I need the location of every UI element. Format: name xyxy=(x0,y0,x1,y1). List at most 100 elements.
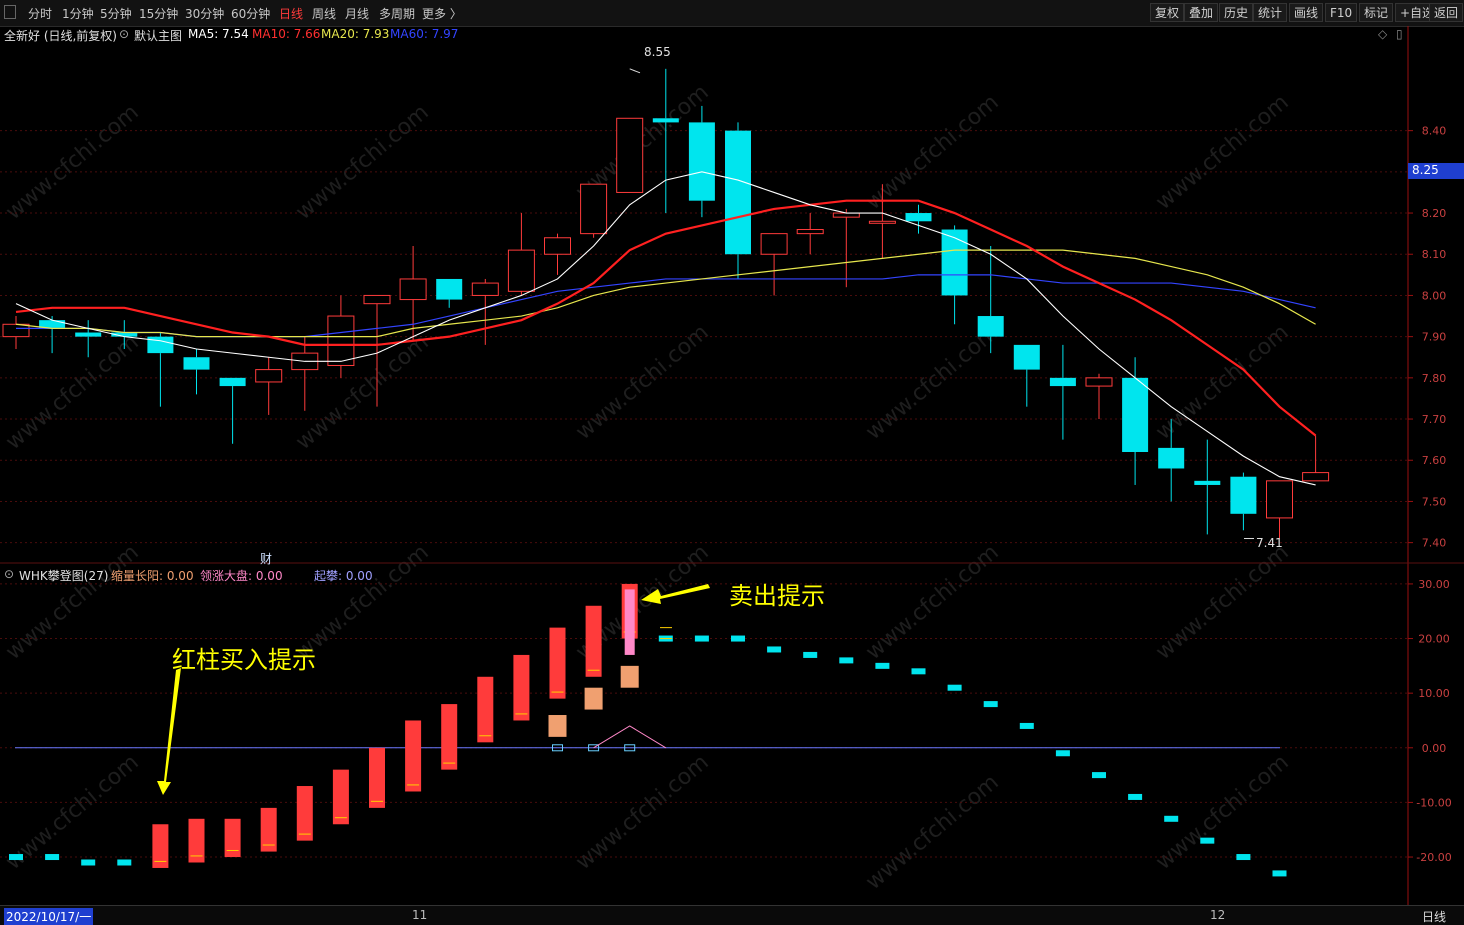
candle-body xyxy=(255,369,283,383)
chevron-down-icon[interactable]: ⊙ xyxy=(119,27,129,41)
red-bar xyxy=(224,818,241,858)
high-marker xyxy=(629,68,641,74)
cyan-dash xyxy=(1055,750,1070,757)
cyan-dash xyxy=(1019,722,1034,729)
candle-body xyxy=(75,332,102,337)
candle-body xyxy=(652,118,679,123)
candle-body xyxy=(1122,377,1149,452)
cyan-dash xyxy=(839,657,854,664)
candle-body xyxy=(1230,476,1257,514)
red-bar xyxy=(369,747,385,808)
candle-body xyxy=(832,212,860,218)
y-tick-label: 7.60 xyxy=(1422,454,1447,467)
cyan-dash xyxy=(81,859,96,866)
y-tick-label: -20.00 xyxy=(1416,851,1451,864)
y-tick-label: 7.80 xyxy=(1422,372,1447,385)
month-label-12: 12 xyxy=(1210,908,1226,922)
candle-body xyxy=(1158,447,1185,469)
candle-body xyxy=(616,117,644,193)
red-bar xyxy=(477,676,494,743)
candle-body xyxy=(1302,472,1330,482)
candle-body xyxy=(2,323,30,338)
ma10-line xyxy=(15,199,1317,437)
period-label[interactable]: 日线 xyxy=(1422,908,1446,925)
y-tick-label: 30.00 xyxy=(1418,578,1450,591)
cyan-dash xyxy=(1092,772,1106,779)
main-chart-selector[interactable]: 默认主图 xyxy=(134,27,182,44)
candle-body xyxy=(471,282,499,296)
cyan-dash xyxy=(767,646,782,653)
cyan-dash xyxy=(9,854,23,861)
y-tick-label: 7.40 xyxy=(1422,537,1447,550)
candle-body xyxy=(219,377,246,387)
cursor-date: 2022/10/17/一 xyxy=(4,908,94,925)
cyan-dash xyxy=(947,684,962,691)
candle-body xyxy=(1049,377,1076,387)
stock-title: 全新好 (日线,前复权) xyxy=(4,29,117,43)
candlestick-chart: 7.407.507.607.707.807.908.008.108.208.30… xyxy=(0,26,1464,905)
candle-body xyxy=(1013,344,1040,370)
cyan-dash xyxy=(1200,837,1215,844)
candle-body xyxy=(868,220,896,224)
sell-arrow xyxy=(641,584,710,604)
y-tick-label: 7.90 xyxy=(1422,331,1447,344)
buy-hint-label: 红柱买入提示 xyxy=(172,646,316,674)
pink-bar xyxy=(624,589,635,655)
candle-body xyxy=(363,294,391,305)
candle-body xyxy=(327,315,355,366)
cyan-dash xyxy=(875,662,890,669)
orange-box xyxy=(548,715,567,737)
window-icon[interactable]: ▯ xyxy=(1396,27,1403,41)
ma20-value: MA20: 7.93 xyxy=(321,27,390,41)
candle-body xyxy=(688,122,715,201)
indicator-name[interactable]: WHK攀登图(27) xyxy=(19,567,108,584)
ma10-value: MA10: 7.66 xyxy=(252,27,321,41)
ma60-value: MA60: 7.97 xyxy=(390,27,459,41)
diamond-icon[interactable]: ◇ xyxy=(1378,27,1387,41)
y-tick-label: 8.40 xyxy=(1422,125,1447,138)
cyan-dash xyxy=(911,668,926,675)
y-tick-label: 7.50 xyxy=(1422,495,1447,508)
time-axis: 2022/10/17/一 11 12 日线 xyxy=(0,905,1464,925)
cyan-dash xyxy=(983,701,998,708)
candle-body xyxy=(760,233,788,255)
indicator-chevron-icon[interactable]: ⊙ xyxy=(4,567,14,581)
candle-body xyxy=(977,316,1004,337)
ma5-value: MA5: 7.54 xyxy=(188,27,249,41)
orange-box xyxy=(620,665,639,688)
candle-body xyxy=(941,229,968,296)
candle-body xyxy=(796,229,824,235)
y-tick-label: 8.00 xyxy=(1422,289,1447,302)
red-bar xyxy=(549,627,566,699)
indicator-series-1: 缩量长阳: 0.00 xyxy=(111,569,194,583)
cyan-dash xyxy=(1128,793,1143,800)
candle-body xyxy=(436,278,463,300)
candle-body xyxy=(183,357,210,370)
candle-body xyxy=(507,249,535,292)
orange-box xyxy=(584,687,603,710)
candle-body xyxy=(544,237,571,255)
y-tick-label: 8.10 xyxy=(1422,248,1447,261)
cyan-dash xyxy=(803,651,818,658)
candle-body xyxy=(725,130,751,255)
red-bar xyxy=(405,720,422,792)
red-bar xyxy=(441,704,458,770)
cyan-dash xyxy=(1272,870,1287,877)
red-bar xyxy=(585,605,602,677)
red-bar xyxy=(296,786,313,841)
buy-arrow xyxy=(157,668,181,795)
candle-body xyxy=(147,336,174,354)
y-tick-label: 10.00 xyxy=(1418,687,1450,700)
y-tick-label: 0.00 xyxy=(1422,742,1447,755)
candle-body xyxy=(1085,377,1113,387)
candle-body xyxy=(1266,480,1293,519)
cyan-dash xyxy=(117,859,132,866)
finance-marker[interactable]: 财 xyxy=(260,550,272,567)
y-tick-label: 20.00 xyxy=(1418,633,1450,646)
month-label-11: 11 xyxy=(412,908,428,922)
high-price-label: 8.55 xyxy=(644,45,671,59)
cyan-dash xyxy=(694,635,709,642)
y-tick-label: 7.70 xyxy=(1422,413,1447,426)
cyan-dash xyxy=(731,635,745,642)
indicator-series-2: 领涨大盘: 0.00 xyxy=(200,569,283,583)
